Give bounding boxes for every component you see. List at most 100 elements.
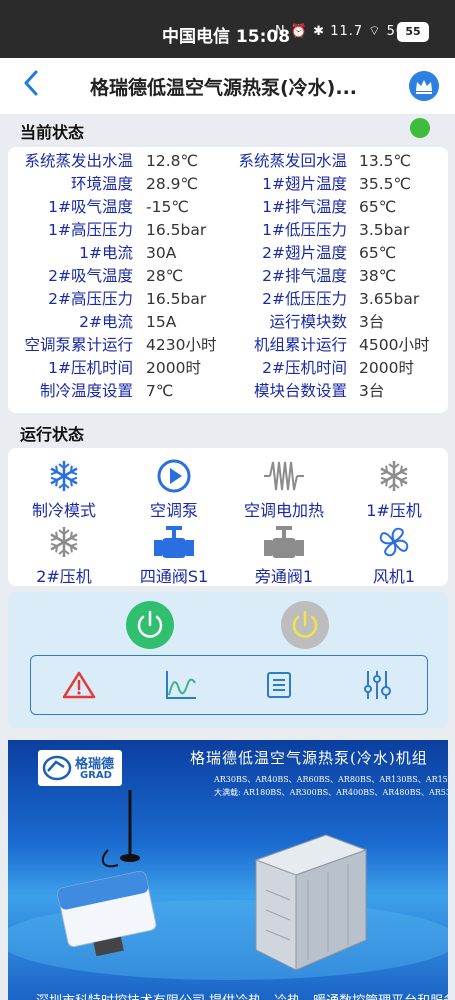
param-label: 空调泵累计运行 — [24, 336, 133, 354]
param-value: 2000时 — [146, 359, 201, 377]
run-status-label: 2#压机 — [36, 567, 92, 586]
param-label: 2#压机时间 — [262, 359, 347, 377]
param-label: 2#低压压力 — [262, 290, 347, 308]
param-label: 1#翅片温度 — [262, 175, 347, 193]
run-status-item: 空调泵 — [118, 456, 230, 521]
param-row: 空调泵累计运行 4230小时 机组累计运行 4500小时 — [8, 334, 448, 357]
current-status-title: 当前状态 — [20, 123, 85, 142]
param-value: 4500小时 — [359, 336, 430, 354]
param-value: 3.5bar — [359, 221, 410, 239]
param-value: -15℃ — [146, 198, 189, 216]
power-icon — [292, 610, 318, 638]
product-illustration — [8, 790, 448, 980]
param-value: 65℃ — [359, 244, 397, 262]
settings-sliders-icon — [364, 671, 391, 699]
param-value: 7℃ — [146, 382, 174, 400]
run-status-label: 旁通阀1 — [254, 567, 314, 586]
param-value: 28℃ — [146, 267, 184, 285]
back-button[interactable] — [22, 70, 40, 102]
control-panel — [8, 592, 448, 728]
snowflake-icon — [338, 456, 450, 496]
param-row: 1#电流 30A 2#翅片温度 65℃ — [8, 242, 448, 265]
online-status-indicator — [410, 118, 430, 138]
alarm-icon — [62, 671, 96, 699]
heater-coil-icon — [228, 456, 340, 496]
crown-icon — [416, 80, 432, 94]
power-icon — [137, 610, 163, 638]
param-row: 系统蒸发出水温 12.8℃ 系统蒸发回水温 13.5℃ — [8, 150, 448, 173]
run-status-label: 制冷模式 — [31, 501, 96, 520]
log-list-button[interactable] — [261, 668, 297, 702]
run-status-item: 四通阀S1 — [118, 522, 230, 587]
param-row: 2#吸气温度 28℃ 2#排气温度 38℃ — [8, 265, 448, 288]
run-status-label: 风机1 — [372, 567, 416, 586]
param-value: 28.9℃ — [146, 175, 198, 193]
run-status-item: 2#压机 — [8, 522, 120, 587]
param-label: 制冷温度设置 — [39, 382, 133, 400]
page-title: 格瑞德低温空气源热泵(冷水)... — [90, 77, 358, 99]
function-toolbar — [30, 655, 428, 715]
param-value: 15A — [146, 313, 177, 331]
param-label: 环境温度 — [70, 175, 133, 193]
run-status-label: 1#压机 — [366, 501, 422, 520]
param-label: 1#低压压力 — [262, 221, 347, 239]
run-status-item: 风机1 — [338, 522, 450, 587]
param-label: 1#排气温度 — [262, 198, 347, 216]
param-value: 65℃ — [359, 198, 397, 216]
current-status-card: 系统蒸发出水温 12.8℃ 系统蒸发回水温 13.5℃ 环境温度 28.9℃ 1#翅片温度 3… — [8, 147, 448, 413]
param-row: 制冷温度设置 7℃ 模块台数设置 3台 — [8, 380, 448, 403]
param-row: 2#电流 15A 运行模块数 3台 — [8, 311, 448, 334]
settings-button[interactable] — [359, 668, 395, 702]
run-status-label: 空调电加热 — [243, 501, 324, 520]
param-label: 1#电流 — [79, 244, 133, 262]
valve-icon — [228, 522, 340, 562]
param-label: 2#高压压力 — [48, 290, 133, 308]
param-row: 1#吸气温度 -15℃ 1#排气温度 65℃ — [8, 196, 448, 219]
param-value: 3.65bar — [359, 290, 420, 308]
param-label: 1#高压压力 — [48, 221, 133, 239]
run-status-item: 空调电加热 — [228, 456, 340, 521]
system-status-bar: 中国电信 15:08 N ⏰ ✱ 11.7 ⌔ 5G ıll 55 — [0, 0, 455, 58]
pump-play-icon — [118, 456, 230, 496]
param-label: 机组累计运行 — [253, 336, 347, 354]
param-value: 3台 — [359, 382, 385, 400]
param-label: 系统蒸发出水温 — [24, 152, 133, 170]
run-status-item: 制冷模式 — [8, 456, 120, 521]
fan-icon — [338, 522, 450, 562]
param-row: 环境温度 28.9℃ 1#翅片温度 35.5℃ — [8, 173, 448, 196]
power-off-button[interactable] — [281, 601, 329, 649]
param-value: 12.8℃ — [146, 152, 198, 170]
param-value: 4230小时 — [146, 336, 217, 354]
snowflake-icon — [8, 456, 120, 496]
app-header: 格瑞德低温空气源热泵(冷水)... — [0, 58, 455, 114]
valve-icon — [118, 522, 230, 562]
banner-footer: 深圳市科特时控技术有限公司 提供冷热、冷热、暖通数控管理平台和服务 — [36, 990, 448, 1000]
param-value: 2000时 — [359, 359, 414, 377]
param-value: 13.5℃ — [359, 152, 411, 170]
param-label: 2#吸气温度 — [48, 267, 133, 285]
param-label: 1#吸气温度 — [48, 198, 133, 216]
param-value: 30A — [146, 244, 177, 262]
history-chart-button[interactable] — [163, 668, 199, 702]
param-label: 1#压机时间 — [48, 359, 133, 377]
param-label: 运行模块数 — [269, 313, 347, 331]
product-banner[interactable]: 格瑞德 GRAD 格瑞德低温空气源热泵(冷水)机组 AR30BS、AR40BS、… — [8, 740, 448, 1000]
vip-button[interactable] — [409, 71, 439, 101]
param-value: 35.5℃ — [359, 175, 411, 193]
run-status-item: 1#压机 — [338, 456, 450, 521]
alarm-button[interactable] — [61, 668, 97, 702]
chevron-left-icon — [24, 70, 38, 96]
param-value: 3台 — [359, 313, 385, 331]
battery-icon: 55 — [397, 22, 429, 42]
param-row: 2#高压压力 16.5bar 2#低压压力 3.65bar — [8, 288, 448, 311]
param-label: 系统蒸发回水温 — [238, 152, 347, 170]
param-value: 16.5bar — [146, 290, 207, 308]
list-icon — [267, 672, 291, 698]
param-label: 模块台数设置 — [253, 382, 347, 400]
power-on-button[interactable] — [126, 601, 174, 649]
param-row: 1#压机时间 2000时 2#压机时间 2000时 — [8, 357, 448, 380]
param-label: 2#电流 — [79, 313, 133, 331]
param-label: 2#翅片温度 — [262, 244, 347, 262]
snowflake-icon — [8, 522, 120, 562]
run-status-item: 旁通阀1 — [228, 522, 340, 587]
